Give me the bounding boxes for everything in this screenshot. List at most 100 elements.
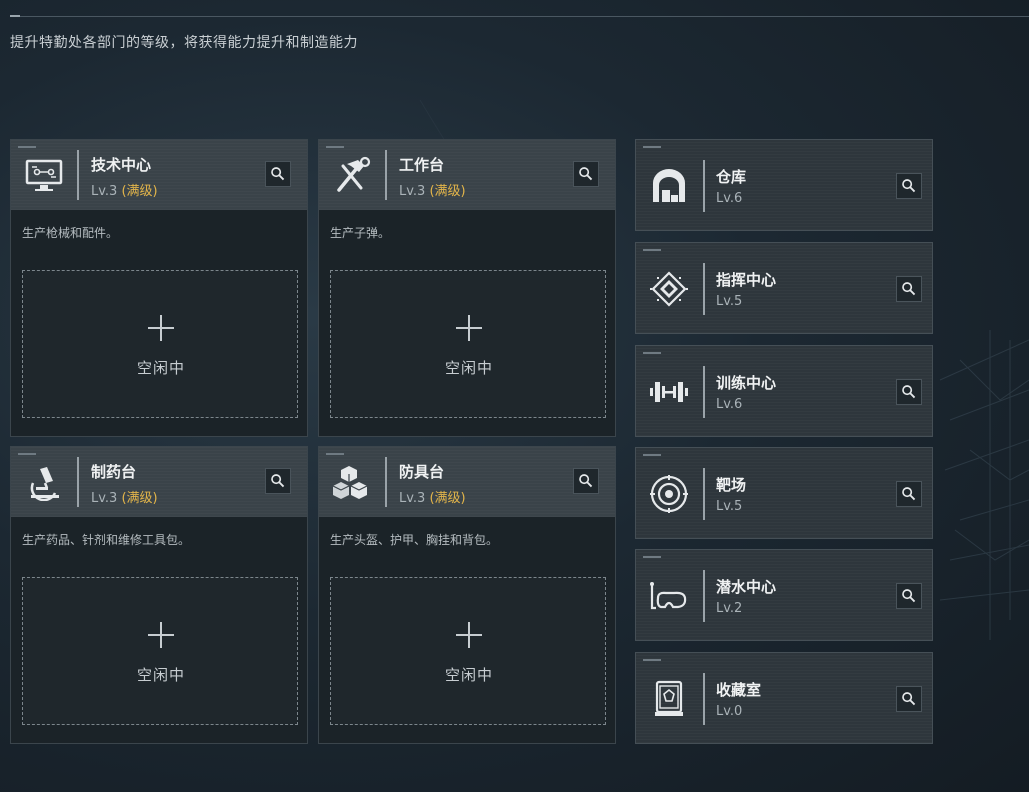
search-icon	[271, 167, 285, 181]
micro-label	[18, 146, 36, 148]
facility-card-warehouse[interactable]: 仓库 Lv.6	[635, 139, 933, 231]
card-title: 防具台	[399, 463, 445, 481]
facility-level: Lv.6	[716, 397, 743, 412]
plus-icon	[456, 622, 482, 648]
card-level: Lv.3 (满级)	[399, 487, 466, 506]
inspect-button[interactable]	[896, 276, 922, 302]
card-title: 制药台	[91, 463, 137, 481]
micro-label	[643, 249, 661, 251]
search-icon	[902, 589, 916, 603]
warehouse-icon	[648, 166, 690, 206]
divider	[385, 457, 387, 507]
level-value: Lv.3	[91, 184, 118, 199]
facility-card-shooting-range[interactable]: 靶场 Lv.5	[635, 447, 933, 539]
plus-icon	[148, 622, 174, 648]
display-case-icon	[648, 679, 690, 719]
search-icon	[579, 474, 593, 488]
facility-title: 潜水中心	[716, 578, 777, 596]
plus-icon	[456, 315, 482, 341]
workshop-card-armor-bench[interactable]: 防具台 Lv.3 (满级) 生产头盔、护甲、胸挂和背包。 空闲中	[318, 446, 616, 744]
micro-label	[326, 146, 344, 148]
facility-title: 收藏室	[716, 681, 762, 699]
divider	[703, 160, 705, 212]
slot-status: 空闲中	[444, 359, 493, 377]
divider	[703, 468, 705, 520]
inspect-button[interactable]	[573, 468, 599, 494]
inspect-button[interactable]	[265, 161, 291, 187]
search-icon	[902, 385, 916, 399]
card-level: Lv.3 (满级)	[399, 180, 466, 199]
search-icon	[271, 474, 285, 488]
card-description: 生产枪械和配件。	[22, 226, 119, 240]
search-icon	[902, 282, 916, 296]
header-divider-mark	[10, 15, 20, 17]
facility-card-training-center[interactable]: 训练中心 Lv.6	[635, 345, 933, 437]
card-level: Lv.3 (满级)	[91, 487, 158, 506]
micro-label	[643, 556, 661, 558]
divider	[77, 150, 79, 200]
divider	[703, 263, 705, 315]
chip-icon	[648, 269, 690, 309]
cubes-icon	[331, 463, 373, 501]
facility-card-command-center[interactable]: 指挥中心 Lv.5	[635, 242, 933, 334]
page-subtitle: 提升特勤处各部门的等级，将获得能力提升和制造能力	[10, 35, 358, 51]
search-icon	[579, 167, 593, 181]
plus-icon	[148, 315, 174, 341]
production-slot[interactable]: 空闲中	[22, 270, 298, 418]
monitor-icon	[23, 156, 65, 194]
divider	[77, 457, 79, 507]
card-header: 制药台 Lv.3 (满级)	[11, 447, 307, 517]
maxed-badge: (满级)	[121, 184, 158, 199]
facility-card-collection-room[interactable]: 收藏室 Lv.0	[635, 652, 933, 744]
header-divider	[10, 16, 1029, 17]
micro-label	[643, 146, 661, 148]
card-level: Lv.3 (满级)	[91, 180, 158, 199]
production-slot[interactable]: 空闲中	[330, 270, 606, 418]
facility-title: 指挥中心	[716, 271, 777, 289]
workshop-card-tech-center[interactable]: 技术中心 Lv.3 (满级) 生产枪械和配件。 空闲中	[10, 139, 308, 437]
facility-level: Lv.5	[716, 499, 743, 514]
diving-mask-icon	[648, 576, 690, 616]
card-description: 生产头盔、护甲、胸挂和背包。	[330, 533, 499, 547]
slot-status: 空闲中	[444, 666, 493, 684]
micro-label	[643, 454, 661, 456]
card-description: 生产药品、针剂和维修工具包。	[22, 533, 191, 547]
search-icon	[902, 692, 916, 706]
micro-label	[643, 659, 661, 661]
micro-label	[326, 453, 344, 455]
micro-label	[643, 352, 661, 354]
inspect-button[interactable]	[896, 481, 922, 507]
inspect-button[interactable]	[573, 161, 599, 187]
card-header: 工作台 Lv.3 (满级)	[319, 140, 615, 210]
facility-level: Lv.5	[716, 294, 743, 309]
inspect-button[interactable]	[896, 686, 922, 712]
card-title: 工作台	[399, 156, 445, 174]
inspect-button[interactable]	[896, 173, 922, 199]
card-header: 技术中心 Lv.3 (满级)	[11, 140, 307, 210]
slot-status: 空闲中	[136, 666, 185, 684]
inspect-button[interactable]	[265, 468, 291, 494]
card-header: 防具台 Lv.3 (满级)	[319, 447, 615, 517]
production-slot[interactable]: 空闲中	[330, 577, 606, 725]
level-value: Lv.3	[399, 491, 426, 506]
divider	[703, 366, 705, 418]
facility-card-diving-center[interactable]: 潜水中心 Lv.2	[635, 549, 933, 641]
divider	[703, 673, 705, 725]
microscope-icon	[23, 463, 65, 501]
workshop-card-workbench[interactable]: 工作台 Lv.3 (满级) 生产子弹。 空闲中	[318, 139, 616, 437]
production-slot[interactable]: 空闲中	[22, 577, 298, 725]
maxed-badge: (满级)	[429, 491, 466, 506]
inspect-button[interactable]	[896, 379, 922, 405]
facility-title: 仓库	[716, 168, 747, 186]
target-icon	[648, 474, 690, 514]
card-description: 生产子弹。	[330, 226, 391, 240]
workshop-card-pharmacy[interactable]: 制药台 Lv.3 (满级) 生产药品、针剂和维修工具包。 空闲中	[10, 446, 308, 744]
facility-level: Lv.2	[716, 601, 743, 616]
facility-title: 训练中心	[716, 374, 777, 392]
divider	[703, 570, 705, 622]
card-title: 技术中心	[91, 156, 152, 174]
inspect-button[interactable]	[896, 583, 922, 609]
maxed-badge: (满级)	[429, 184, 466, 199]
hammer-wrench-icon	[331, 156, 373, 194]
facility-title: 靶场	[716, 476, 747, 494]
